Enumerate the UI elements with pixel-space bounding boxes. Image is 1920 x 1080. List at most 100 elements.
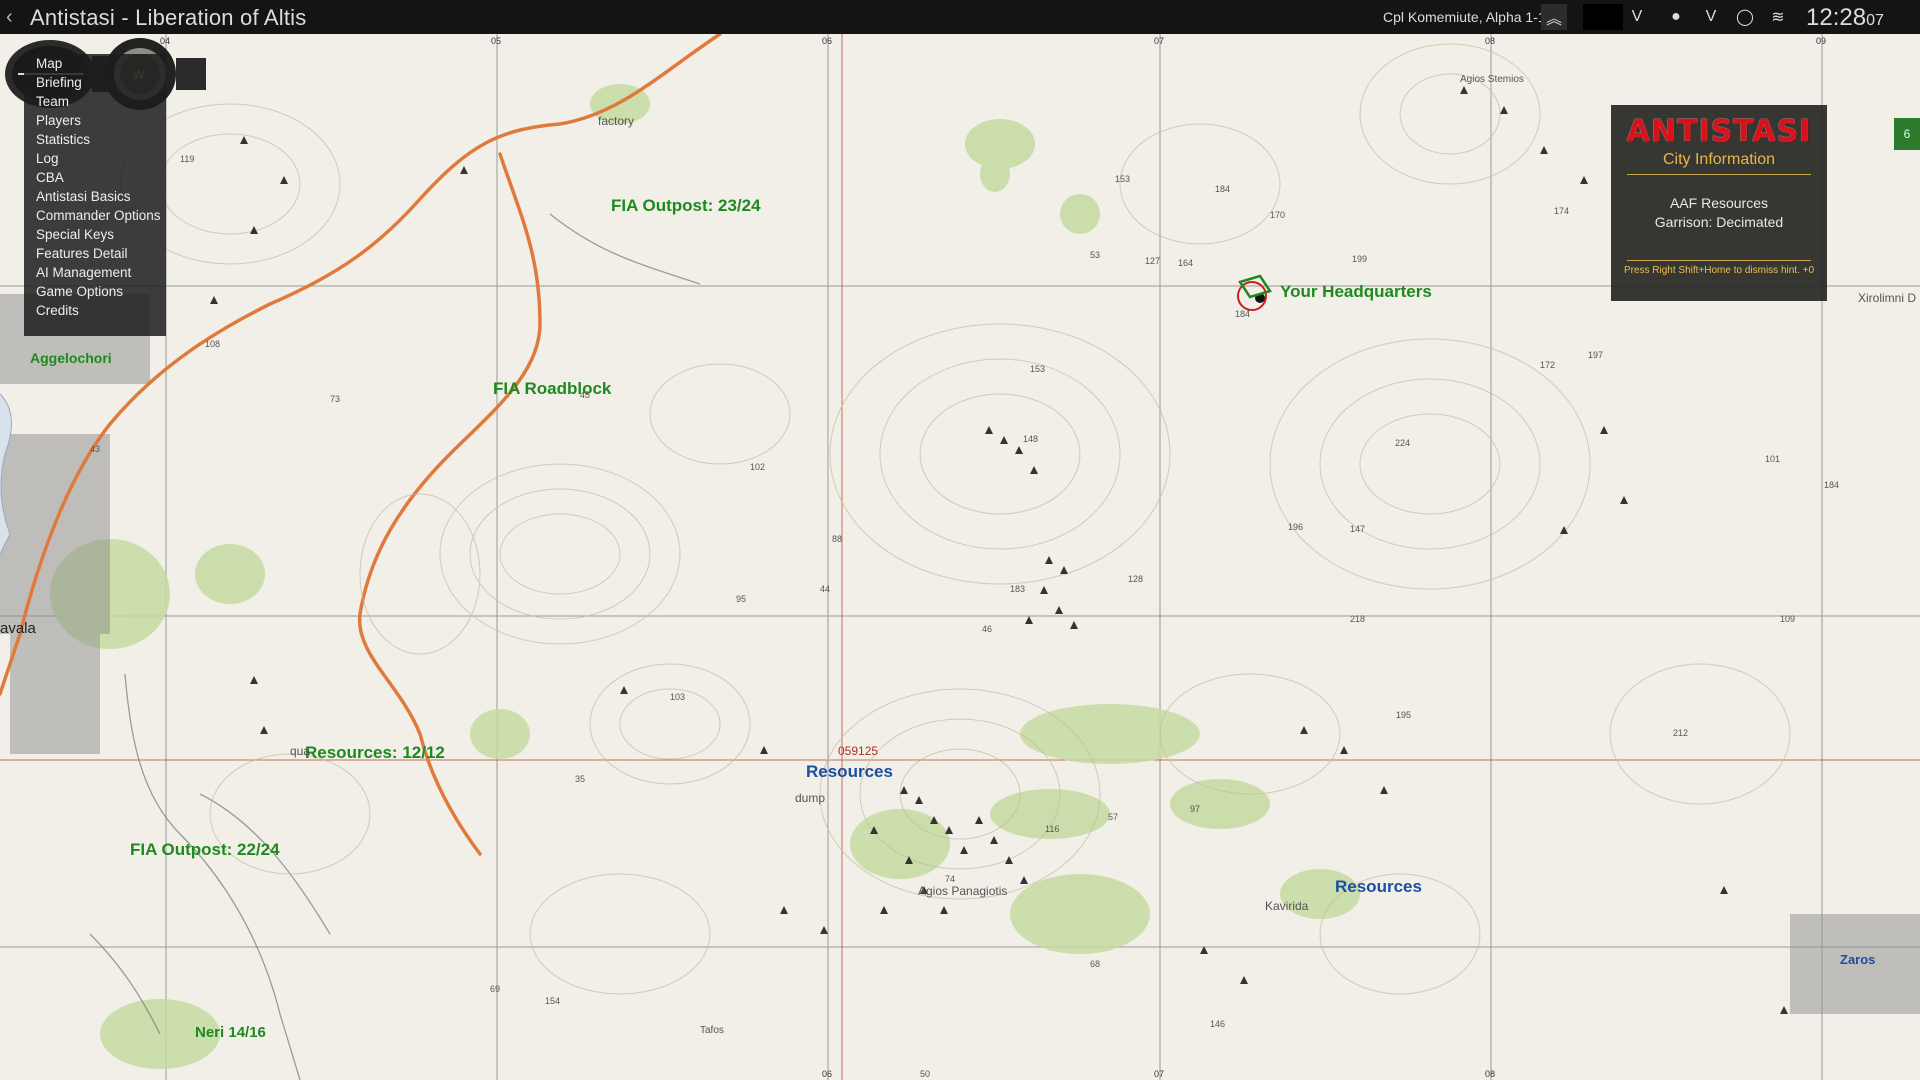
place-name: Xirolimni D xyxy=(1858,291,1917,305)
elevation-label: 154 xyxy=(545,996,561,1006)
elevation-label: 108 xyxy=(205,339,221,349)
fia-roadblock-marker[interactable]: FIA Roadblock xyxy=(493,379,611,399)
elevation-label: 153 xyxy=(1030,364,1046,374)
elevation-label: 218 xyxy=(1350,614,1366,624)
elevation-label: 127 xyxy=(1145,256,1161,266)
grid-label: 07 xyxy=(1154,1069,1164,1079)
dropdown-v-icon[interactable]: V xyxy=(1698,4,1724,30)
place-name: Tafos xyxy=(700,1025,724,1036)
map-coordinate: 059125 xyxy=(838,744,879,758)
fia-outpost-marker[interactable]: FIA Outpost: 22/24 xyxy=(130,840,280,860)
fia-outpost-marker[interactable]: FIA Outpost: 23/24 xyxy=(611,196,761,216)
resources-marker[interactable]: Resources xyxy=(806,762,893,782)
elevation-label: 197 xyxy=(1588,350,1604,360)
hint-footer: Press Right Shift+Home to dismiss hint. … xyxy=(1623,265,1815,276)
elevation-label: 35 xyxy=(575,774,586,784)
place-name: qua xyxy=(290,744,311,758)
elevation-label: 69 xyxy=(490,984,501,994)
menu-item-antistasi-basics[interactable]: Antistasi Basics xyxy=(24,187,166,206)
elevation-label: 88 xyxy=(832,534,843,544)
clock-seconds: 07 xyxy=(1866,12,1884,29)
elevation-label: 184 xyxy=(1235,309,1251,319)
place-name: factory xyxy=(598,114,635,128)
town-flag-marker[interactable]: Zaros xyxy=(1840,952,1875,967)
elevation-label: 95 xyxy=(736,594,747,604)
elevation-label: 103 xyxy=(670,692,686,702)
dropdown-v-icon[interactable]: V xyxy=(1624,4,1650,30)
menu-item-commander-options[interactable]: Commander Options xyxy=(24,206,166,225)
menu-item-credits[interactable]: Credits xyxy=(24,301,166,320)
ring-icon[interactable]: ◯ xyxy=(1732,4,1758,30)
elevation-label: 116 xyxy=(1045,824,1060,834)
player-name: Cpl Komemiute, Alpha 1-1 1 xyxy=(1383,9,1558,25)
antistasi-logo: ANTISTASI xyxy=(1626,114,1812,149)
elevation-label: 146 xyxy=(1210,1019,1226,1029)
clock: 12:2807 xyxy=(1806,4,1884,32)
resources-marker[interactable]: Resources xyxy=(1335,877,1422,897)
elevation-label: 224 xyxy=(1395,438,1411,448)
place-name: Agios Panagiotis xyxy=(918,884,1008,898)
menu-item-game-options[interactable]: Game Options xyxy=(24,282,166,301)
hint-line: Garrison: Decimated xyxy=(1654,214,1784,230)
place-name: Kavirida xyxy=(1265,899,1309,913)
divider xyxy=(1627,174,1811,175)
elevation-label: 184 xyxy=(1215,184,1231,194)
clock-hours-minutes: 12:28 xyxy=(1806,4,1867,31)
elevation-label: 172 xyxy=(1540,360,1556,370)
rank-chevron-icon[interactable]: ︽ xyxy=(1541,4,1567,30)
town-flag-marker[interactable]: Neri 14/16 xyxy=(195,1024,266,1041)
menu-item-statistics[interactable]: Statistics xyxy=(24,130,166,149)
grid-label: 06 xyxy=(822,36,832,46)
gps-display[interactable] xyxy=(1583,4,1623,30)
elevation-label: 46 xyxy=(982,624,993,634)
elevation-label: 68 xyxy=(1090,959,1101,969)
mission-title: Antistasi - Liberation of Altis xyxy=(30,5,307,30)
menu-item-ai-management[interactable]: AI Management xyxy=(24,263,166,282)
layers-icon[interactable]: ≋ xyxy=(1765,4,1791,30)
menu-item-briefing[interactable]: Briefing xyxy=(24,73,166,92)
elevation-label: 183 xyxy=(1010,584,1026,594)
elevation-label: 148 xyxy=(1023,434,1039,444)
grid-label: 09 xyxy=(1816,36,1826,46)
menu-item-map[interactable]: Map xyxy=(24,54,166,73)
elevation-label: 128 xyxy=(1128,574,1144,584)
side-badge: 6 xyxy=(1894,118,1920,150)
menu-item-special-keys[interactable]: Special Keys xyxy=(24,225,166,244)
hint-panel: ANTISTASI City Information AAF Resources… xyxy=(1611,105,1827,301)
menu-item-cba[interactable]: CBA xyxy=(24,168,166,187)
menu-item-features-detail[interactable]: Features Detail xyxy=(24,244,166,263)
grid-label: 06 xyxy=(822,1069,832,1079)
grid-label: 07 xyxy=(1154,36,1164,46)
elevation-label: 45 xyxy=(580,390,591,400)
elevation-label: 44 xyxy=(820,584,831,594)
resources-marker[interactable]: Resources: 12/12 xyxy=(305,743,445,763)
elevation-label: 195 xyxy=(1396,710,1412,720)
marker-dot-icon[interactable]: ● xyxy=(1663,4,1689,30)
elevation-label: 50 xyxy=(920,1069,931,1079)
elevation-label: 174 xyxy=(1554,206,1570,216)
place-name: Agios Stemios xyxy=(1460,74,1524,85)
elevation-label: 184 xyxy=(1824,480,1840,490)
place-name: avala xyxy=(0,620,36,637)
headquarters-marker[interactable]: Your Headquarters xyxy=(1280,282,1432,302)
elevation-label: 199 xyxy=(1352,254,1368,264)
elevation-label: 74 xyxy=(945,874,956,884)
briefing-menu: Map Briefing Team Players Statistics Log CBA An… xyxy=(24,54,166,336)
menu-item-team[interactable]: Team xyxy=(24,92,166,111)
grid-label: 08 xyxy=(1485,36,1495,46)
elevation-label: 170 xyxy=(1270,210,1286,220)
place-name: dump xyxy=(795,791,826,805)
elevation-label: 57 xyxy=(1108,812,1119,822)
elevation-label: 97 xyxy=(1190,804,1201,814)
elevation-label: 212 xyxy=(1673,728,1689,738)
town-flag-marker[interactable]: Aggelochori xyxy=(30,350,112,366)
elevation-label: 73 xyxy=(330,394,341,404)
back-chevron-icon[interactable]: ‹ xyxy=(6,6,13,29)
menu-item-log[interactable]: Log xyxy=(24,149,166,168)
elevation-label: 153 xyxy=(1115,174,1131,184)
hint-line: AAF Resources xyxy=(1669,195,1769,211)
menu-item-players[interactable]: Players xyxy=(24,111,166,130)
hint-subtitle: City Information xyxy=(1662,151,1776,168)
elevation-label: 147 xyxy=(1350,524,1366,534)
top-bar: ‹ Antistasi - Liberation of Altis Cpl Ko… xyxy=(0,0,1920,34)
